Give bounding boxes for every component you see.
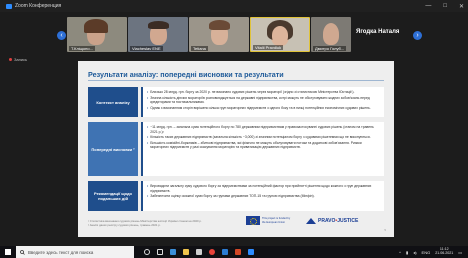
participant-face [272, 26, 288, 44]
store-icon[interactable] [196, 249, 202, 255]
tray-chevron-icon[interactable]: ^ [399, 250, 401, 255]
logo-text-1: PRAVO [318, 218, 336, 224]
search-placeholder: Введите здесь текст для поиска [28, 249, 94, 255]
scroll-right-icon[interactable]: › [413, 31, 422, 40]
volume-icon[interactable]: ◂) [413, 250, 416, 255]
bullet: • Однак з виконанням сторін вирішено кіль… [147, 105, 371, 110]
logo-text-2: JUSTICE [337, 218, 359, 224]
bullet-text: Впровадити загальну суму судового боргу … [150, 184, 372, 193]
taskbar-search[interactable]: Введите здесь текст для поиска [16, 246, 134, 258]
title-bar: Zoom Конференция — □ ✕ [0, 0, 468, 12]
video-strip: ‹ Т.Кліщоно... Viacheslav ENE Tetiana Vi… [0, 12, 468, 58]
section-label: Контекст аналізу [88, 87, 138, 117]
pravo-justice-logo: PRAVO•JUSTICE [306, 218, 358, 224]
bullet-text: Забезпечити оцінку осяжної суми боргу за… [150, 194, 315, 199]
video-tile-active[interactable]: Vitalii Pravdiuk [250, 17, 310, 52]
section-label: Попередні висновки ² [88, 122, 138, 176]
bullet-text: Однак з виконанням сторін вирішено кільк… [150, 105, 371, 110]
bullet: • Близько 28 млрд. грн. боргу за 2020 р. … [147, 90, 355, 94]
start-button[interactable] [0, 246, 16, 258]
chrome-icon[interactable] [209, 249, 215, 255]
clock-date: 21.06.2021 [435, 251, 454, 255]
cortana-icon[interactable] [144, 249, 150, 255]
powerpoint-icon[interactable] [235, 249, 241, 255]
participant-hair [84, 19, 108, 33]
bullet: • Забезпечити оцінку осяжної суми боргу з… [147, 194, 315, 199]
notifications-icon[interactable]: ▭ [458, 250, 462, 255]
word-icon[interactable] [222, 249, 228, 255]
participant-hair [148, 21, 169, 29]
app-title: Zoom Конференция [6, 3, 61, 9]
section-content: • ~11 млрд. грн. – загальна сума потенцій… [141, 122, 384, 176]
clock[interactable]: 11:12 21.06.2021 [435, 247, 454, 256]
pravo-justice-text: PRAVO•JUSTICE [318, 218, 359, 224]
minimize-button[interactable]: — [425, 3, 431, 9]
window-controls: — □ ✕ [425, 0, 464, 12]
bullet-text: ~11 млрд. грн. – загальна сума потенційн… [150, 125, 374, 134]
zoom-icon[interactable] [248, 249, 254, 255]
zoom-logo-icon [6, 3, 12, 9]
file-explorer-icon[interactable] [183, 249, 189, 255]
page-number: 5 [384, 228, 386, 232]
video-tile[interactable]: Viacheslav ENE [128, 17, 188, 52]
bullet-text: Більшість комісійні-боржників – збиткові… [150, 140, 362, 150]
language-indicator[interactable]: ENG [422, 250, 431, 255]
participant-name: Vitalii Pravdiuk [253, 45, 284, 50]
slide-title: Результати аналізу: попередні висновки т… [88, 70, 284, 79]
bullet: • Впровадити загальну суму судового боргу… [147, 184, 380, 193]
app-title-text: Zoom Конференция [15, 3, 62, 9]
slide-footnote: ¹ Статистика виконання судових рішень Мі… [88, 219, 202, 227]
video-tile[interactable]: Т.Кліщоно... [67, 17, 127, 52]
scroll-left-icon[interactable]: ‹ [57, 31, 66, 40]
bullet-text: Значна кількість діючих мораторіїв розпо… [150, 95, 370, 105]
edge-icon[interactable] [170, 249, 176, 255]
eu-logo: This project is funded by the European U… [246, 216, 292, 225]
participant-name: Tetiana [191, 46, 208, 51]
task-view-icon[interactable] [157, 249, 163, 255]
recording-label: Запись [14, 57, 28, 62]
network-icon[interactable]: ▮ [406, 250, 408, 255]
bullet: • Кількість таких державних підприємств (… [147, 135, 371, 140]
video-tile[interactable]: Tetiana [189, 17, 249, 52]
section-content: • Близько 28 млрд. грн. боргу за 2020 р. … [141, 87, 384, 117]
shared-slide: Результати аналізу: попередні висновки т… [78, 61, 394, 237]
participant-video [323, 23, 339, 45]
title-divider [88, 80, 384, 81]
participant-name: Дмитро Голуб... [313, 46, 347, 51]
bullet: • Значна кількість діючих мораторіїв розп… [147, 96, 380, 105]
eu-logo-text: This project is funded by the European U… [262, 217, 291, 224]
recording-indicator: Запись [9, 57, 27, 62]
zoom-window: Zoom Конференция — □ ✕ ‹ Т.Кліщоно... Vi… [0, 0, 468, 258]
pravo-justice-mark-icon [306, 218, 316, 224]
taskbar-apps [144, 249, 254, 255]
bullet: • Більшість комісійні-боржників – збитков… [147, 141, 380, 150]
section-label: Рекомендації щодо подальших дій [88, 181, 138, 211]
windows-icon [5, 249, 11, 255]
section-content: • Впровадити загальну суму судового боргу… [141, 181, 384, 211]
system-tray: ^ ▮ ◂) ENG 11:12 21.06.2021 ▭ [399, 246, 462, 258]
record-dot-icon [9, 58, 12, 61]
participant-name: Т.Кліщоно... [69, 46, 95, 51]
taskbar: Введите здесь текст для поиска ^ ▮ ◂) EN… [0, 246, 468, 258]
maximize-button[interactable]: □ [443, 3, 447, 9]
participant-name: Viacheslav ENE [130, 46, 163, 51]
video-tile[interactable]: Дмитро Голуб... [311, 17, 351, 52]
bullet-text: Близько 28 млрд. грн. боргу за 2020 р. н… [150, 90, 355, 94]
close-button[interactable]: ✕ [459, 3, 464, 10]
bullet-text: Кількість таких державних підприємств (з… [150, 135, 371, 140]
search-icon [20, 249, 25, 255]
active-speaker-name: Ягодка Наталя [356, 29, 400, 35]
bullet: • ~11 млрд. грн. – загальна сума потенцій… [147, 125, 380, 134]
eu-flag-icon [246, 216, 260, 225]
participant-hair [209, 20, 230, 30]
